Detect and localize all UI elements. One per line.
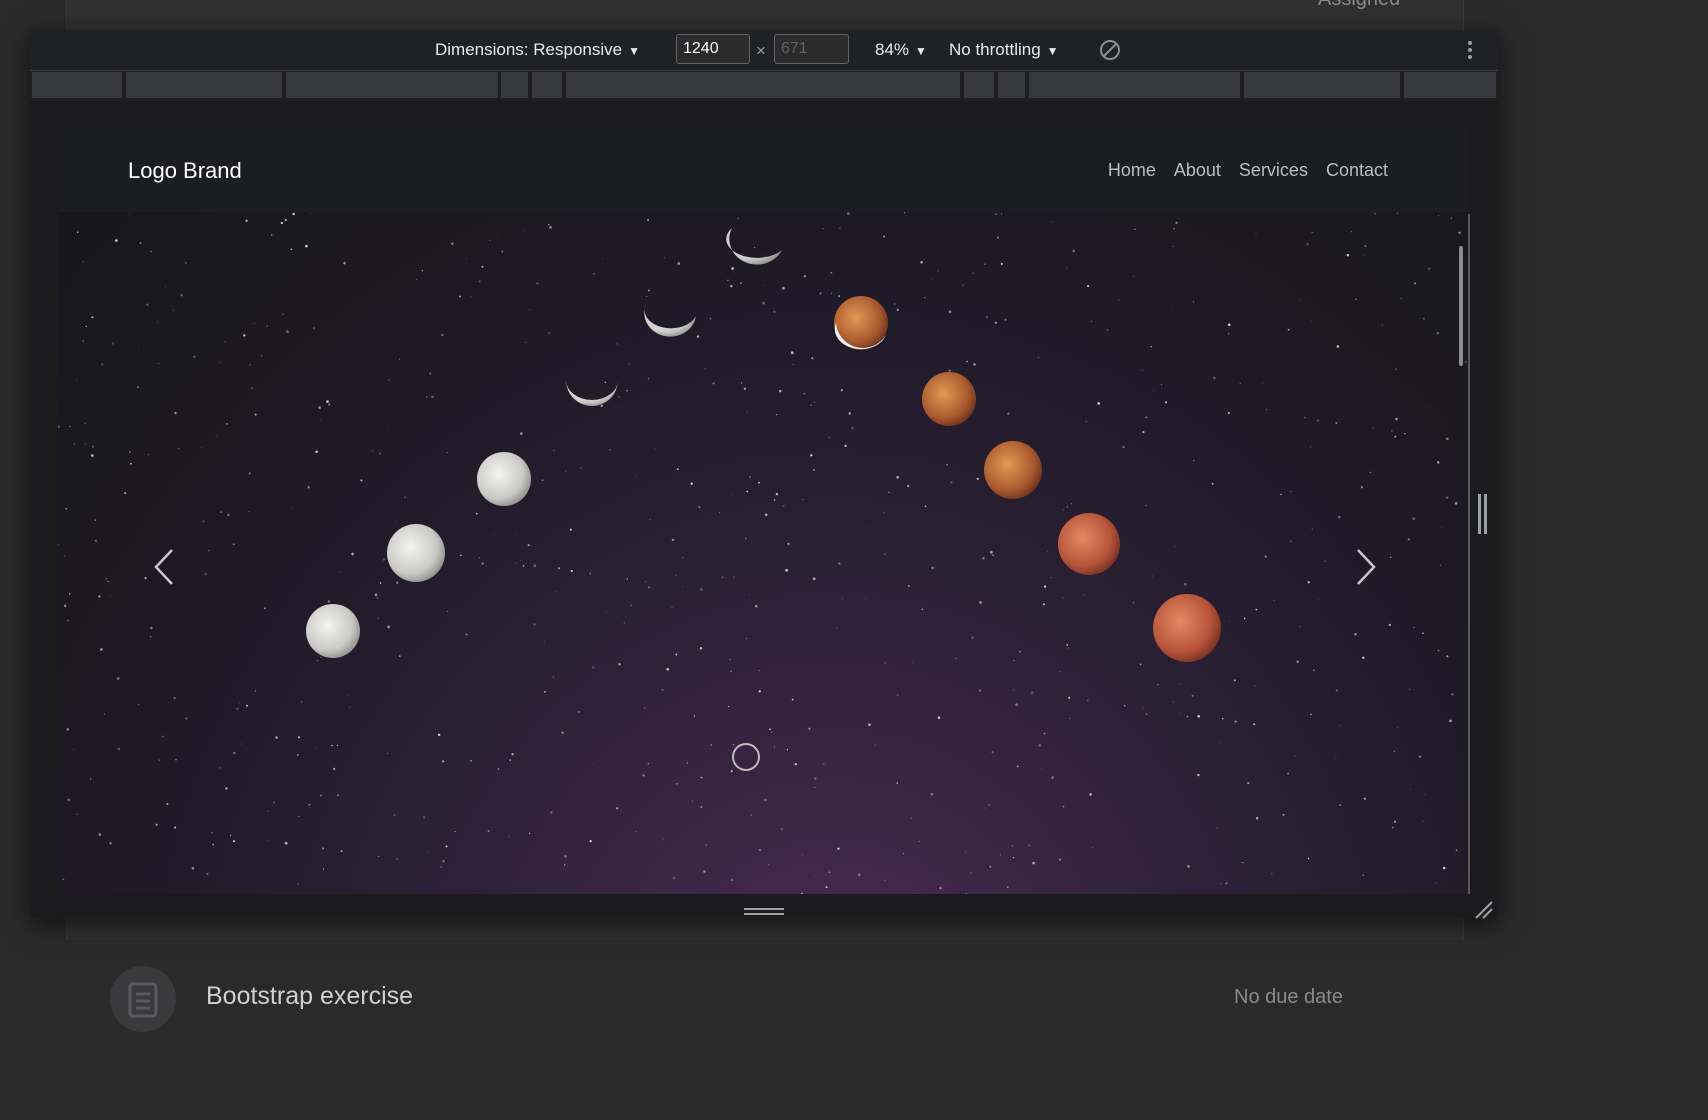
carousel-indicator[interactable]	[732, 743, 760, 771]
device-toolbar: Dimensions: Responsive ▼ 1240 × 671 84% ▼ …	[30, 30, 1498, 71]
chevron-left-icon	[154, 549, 173, 585]
devtools-device-frame: Dimensions: Responsive ▼ 1240 × 671 84% ▼ …	[30, 30, 1498, 919]
caret-down-icon: ▼	[628, 44, 640, 58]
media-query-segment[interactable]	[1029, 72, 1240, 98]
viewport-scrollbar-track[interactable]	[1468, 214, 1470, 894]
media-query-bar	[30, 72, 1498, 100]
media-query-segment[interactable]	[998, 72, 1025, 98]
nav-link-services[interactable]: Services	[1239, 160, 1308, 181]
zoom-label: 84%	[875, 40, 910, 59]
resize-corner-icon[interactable]	[1474, 900, 1494, 925]
throttling-label: No throttling	[949, 40, 1041, 59]
width-input[interactable]: 1240	[676, 34, 750, 64]
throttling-dropdown[interactable]: No throttling ▼	[949, 40, 1059, 60]
media-query-segment[interactable]	[286, 72, 498, 98]
more-vertical-icon[interactable]	[1464, 38, 1476, 67]
assignment-icon	[110, 966, 176, 1032]
nav-link-contact[interactable]: Contact	[1326, 160, 1388, 181]
carousel-slide	[58, 212, 1468, 894]
media-query-segment[interactable]	[1244, 72, 1400, 98]
navbar-brand[interactable]: Logo Brand	[128, 158, 242, 184]
media-query-segment[interactable]	[32, 72, 122, 98]
zoom-dropdown[interactable]: 84% ▼	[875, 40, 927, 60]
navbar: Logo Brand Home About Services Contact	[58, 128, 1468, 212]
carousel-prev-button[interactable]	[146, 542, 186, 592]
emulated-viewport: Logo Brand Home About Services Contact	[58, 128, 1468, 894]
assignment-due: No due date	[1234, 986, 1343, 1008]
assignment-title[interactable]: Bootstrap exercise	[206, 982, 413, 1011]
dimensions-label: Dimensions: Responsive	[435, 40, 623, 59]
assigned-label: Assigned	[1318, 0, 1400, 11]
lunar-eclipse-image	[306, 228, 1221, 662]
nav-links: Home About Services Contact	[1108, 160, 1388, 181]
emulation-stage: Logo Brand Home About Services Contact	[30, 100, 1498, 919]
media-query-segment[interactable]	[566, 72, 960, 98]
media-query-segment[interactable]	[126, 72, 282, 98]
dimensions-dropdown[interactable]: Dimensions: Responsive ▼	[435, 40, 640, 60]
caret-down-icon: ▼	[915, 44, 927, 58]
chevron-right-icon	[1357, 549, 1376, 585]
media-query-segment[interactable]	[1404, 72, 1496, 98]
rotate-icon[interactable]	[1098, 38, 1122, 67]
height-input[interactable]: 671	[774, 34, 849, 64]
media-query-segment[interactable]	[532, 72, 562, 98]
times-symbol: ×	[756, 41, 766, 60]
caret-down-icon: ▼	[1046, 44, 1059, 58]
nav-link-about[interactable]: About	[1174, 160, 1221, 181]
media-query-segment[interactable]	[964, 72, 994, 98]
resize-handle-right[interactable]	[1478, 494, 1488, 534]
carousel-next-button[interactable]	[1344, 542, 1384, 592]
nav-link-home[interactable]: Home	[1108, 160, 1156, 181]
media-query-segment[interactable]	[501, 72, 528, 98]
viewport-scrollbar-thumb[interactable]	[1459, 246, 1463, 366]
resize-handle-bottom[interactable]	[744, 906, 784, 918]
